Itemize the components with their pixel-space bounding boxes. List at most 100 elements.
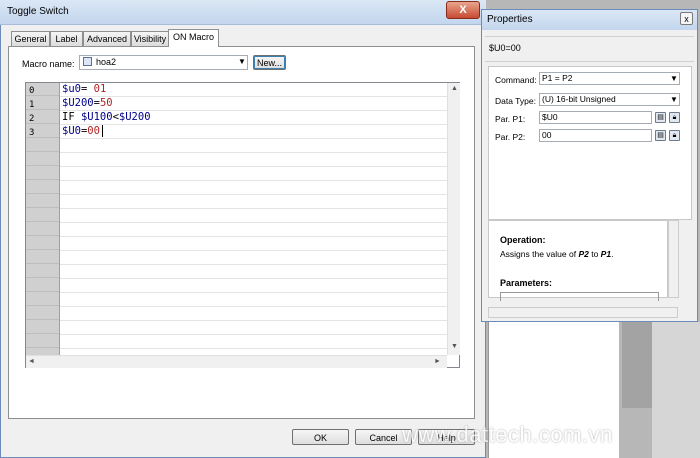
expression-text: $U0=00 <box>489 43 521 53</box>
code-line-0[interactable]: $u0= 01 <box>62 83 106 95</box>
par1-input[interactable]: $U0 <box>539 111 652 124</box>
command-dropdown[interactable]: P1 = P2 <box>539 72 680 85</box>
par1-label: Par. P1: <box>495 114 526 124</box>
gutter-cell <box>26 321 59 334</box>
code-token: 01 <box>93 83 107 95</box>
dialog-title: Toggle Switch <box>7 6 69 17</box>
command-label: Command: <box>495 75 537 85</box>
properties-form <box>488 66 692 220</box>
datatype-label: Data Type: <box>495 96 536 106</box>
gutter-divider <box>59 83 60 355</box>
gutter-cell <box>26 139 59 152</box>
row-number-2: 2 <box>29 114 35 124</box>
row-number-0: 0 <box>29 86 35 96</box>
gutter-cell <box>26 335 59 348</box>
code-line-3[interactable]: $U0=00 <box>62 125 100 137</box>
tab-general[interactable]: General <box>11 31 50 46</box>
scroll-up-icon[interactable]: ▲ <box>451 85 458 92</box>
gutter-cell <box>26 279 59 292</box>
code-token: $U200 <box>62 97 94 109</box>
code-token: 00 <box>87 125 100 137</box>
gutter-cell <box>26 265 59 278</box>
background-panel-gray <box>622 322 652 408</box>
row-line <box>60 292 447 293</box>
scroll-down-icon[interactable]: ▼ <box>451 343 458 350</box>
code-token: $u0 <box>62 83 81 95</box>
macro-name-label: Macro name: <box>22 59 75 69</box>
gutter-cell <box>26 181 59 194</box>
help-vertical-scrollbar[interactable] <box>668 220 679 298</box>
gutter-cell <box>26 293 59 306</box>
code-token: $U100 <box>80 111 113 123</box>
command-value: P1 = P2 <box>542 73 573 83</box>
tab-advanced[interactable]: Advanced <box>83 31 131 46</box>
help-parameters-table <box>500 292 659 301</box>
help-parameters-title: Parameters: <box>500 278 553 288</box>
par1-lock-icon[interactable]: 🔒︎ <box>669 112 680 123</box>
properties-title: Properties <box>487 14 533 25</box>
editor-vertical-scrollbar[interactable]: ▲ ▼ <box>447 83 460 355</box>
help-horizontal-scrollbar[interactable] <box>488 307 678 318</box>
row-line <box>60 194 447 195</box>
editor-horizontal-scrollbar[interactable]: ◄ ► <box>26 355 447 368</box>
code-token: = <box>80 83 94 95</box>
tab-visibility[interactable]: Visibility <box>131 31 169 46</box>
code-token: IF <box>62 111 81 123</box>
gutter-cell <box>26 307 59 320</box>
code-line-1[interactable]: $U200=50 <box>62 97 113 109</box>
tab-label[interactable]: Label <box>50 31 83 46</box>
row-line <box>60 180 447 181</box>
row-line <box>60 96 447 97</box>
row-line <box>60 334 447 335</box>
gutter-cell <box>26 153 59 166</box>
gutter-cell <box>26 223 59 236</box>
tab-on-macro[interactable]: ON Macro <box>168 29 219 47</box>
row-line <box>60 264 447 265</box>
par2-value: 00 <box>542 130 552 140</box>
row-line <box>60 138 447 139</box>
row-line <box>60 152 447 153</box>
code-token: $U0 <box>62 125 81 137</box>
gutter-cell <box>26 195 59 208</box>
code-token: $U200 <box>118 111 151 123</box>
par2-input[interactable]: 00 <box>539 129 652 142</box>
row-line <box>60 166 447 167</box>
code-line-2[interactable]: IF $U100<$U200 <box>62 111 151 123</box>
row-line <box>60 236 447 237</box>
macro-icon <box>83 57 92 66</box>
text-cursor <box>102 125 103 137</box>
gutter-cell <box>26 251 59 264</box>
chevron-down-icon[interactable]: ▼ <box>238 57 246 66</box>
properties-close-button[interactable]: x <box>680 12 693 25</box>
scroll-left-icon[interactable]: ◄ <box>28 358 35 365</box>
watermark: www.dattech.com.vn <box>402 422 613 447</box>
row-line <box>60 250 447 251</box>
row-line <box>60 222 447 223</box>
row-line <box>60 208 447 209</box>
new-macro-button[interactable]: New... <box>253 55 286 70</box>
row-line <box>60 278 447 279</box>
row-number-1: 1 <box>29 100 35 110</box>
gutter-cell <box>26 167 59 180</box>
row-line <box>60 348 447 349</box>
datatype-dropdown[interactable]: (U) 16-bit Unsigned <box>539 93 680 106</box>
datatype-value: (U) 16-bit Unsigned <box>542 94 616 104</box>
row-number-3: 3 <box>29 128 35 138</box>
close-button[interactable]: X <box>446 1 480 19</box>
par2-label: Par. P2: <box>495 132 526 142</box>
scroll-right-icon[interactable]: ► <box>434 358 441 365</box>
dialog-title-bar[interactable] <box>0 0 486 25</box>
par1-browse-icon[interactable]: ▤ <box>655 112 666 123</box>
chevron-down-icon[interactable]: ▼ <box>670 95 678 104</box>
help-operation-title: Operation: <box>500 235 546 245</box>
code-token: 50 <box>99 97 113 109</box>
row-line <box>60 306 447 307</box>
par2-lock-icon[interactable]: 🔒︎ <box>669 130 680 141</box>
ok-button[interactable]: OK <box>292 429 349 445</box>
par2-browse-icon[interactable]: ▤ <box>655 130 666 141</box>
row-line <box>60 320 447 321</box>
gutter-cell <box>26 209 59 222</box>
chevron-down-icon[interactable]: ▼ <box>670 74 678 83</box>
help-operation-text: Assigns the value of P2 to P1. <box>500 249 614 259</box>
row-line <box>60 124 447 125</box>
